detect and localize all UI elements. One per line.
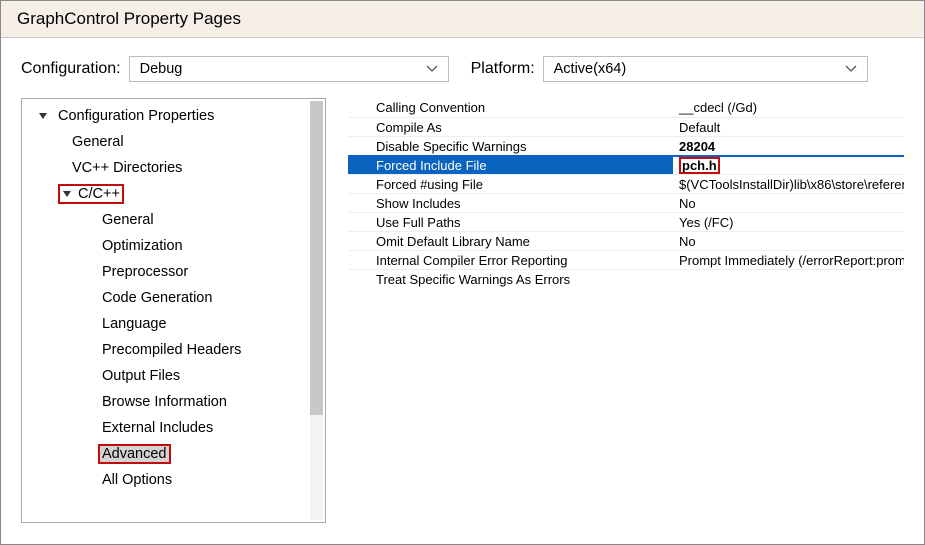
property-row[interactable]: Treat Specific Warnings As Errors <box>348 269 904 288</box>
tree-item-codegen[interactable]: Code Generation <box>28 285 309 311</box>
platform-select[interactable]: Active(x64) <box>543 56 868 82</box>
chevron-down-icon <box>845 63 857 75</box>
configuration-value: Debug <box>140 61 183 77</box>
caret-down-icon <box>38 111 48 121</box>
property-value[interactable]: __cdecl (/Gd) <box>673 100 904 115</box>
property-name: Use Full Paths <box>348 215 673 230</box>
property-value[interactable]: No <box>673 196 904 211</box>
property-row[interactable]: Omit Default Library NameNo <box>348 231 904 250</box>
tree-item-label: Output Files <box>98 366 184 386</box>
configuration-select[interactable]: Debug <box>129 56 449 82</box>
property-name: Omit Default Library Name <box>348 234 673 249</box>
scrollbar[interactable] <box>310 101 323 520</box>
tree-item-ccpp-general[interactable]: General <box>28 207 309 233</box>
tree-item-external[interactable]: External Includes <box>28 415 309 441</box>
tree-item-label: Configuration Properties <box>54 106 218 126</box>
main-area: Configuration Properties General VC++ Di… <box>1 98 924 543</box>
tree-item-label: External Includes <box>98 418 217 438</box>
property-name: Show Includes <box>348 196 673 211</box>
tree-item-label: Optimization <box>98 236 187 256</box>
property-name: Calling Convention <box>348 100 673 115</box>
tree-item-language[interactable]: Language <box>28 311 309 337</box>
tree-item-general[interactable]: General <box>28 129 309 155</box>
caret-down-icon <box>62 189 72 199</box>
property-row[interactable]: Internal Compiler Error ReportingPrompt … <box>348 250 904 269</box>
chevron-down-icon <box>426 63 438 75</box>
property-value[interactable]: Prompt Immediately (/errorReport:prompt) <box>673 253 904 268</box>
tree-item-label: Language <box>98 314 171 334</box>
property-name: Internal Compiler Error Reporting <box>348 253 673 268</box>
property-row[interactable]: Forced Include File pch.h <box>348 155 904 174</box>
tree-item-label: C/C++ <box>78 186 120 202</box>
platform-label: Platform: <box>471 60 535 78</box>
titlebar: GraphControl Property Pages <box>1 1 924 38</box>
tree-panel: Configuration Properties General VC++ Di… <box>21 98 326 523</box>
tree: Configuration Properties General VC++ Di… <box>22 99 309 497</box>
tree-item-ccpp[interactable]: C/C++ <box>28 181 309 207</box>
property-name: Forced #using File <box>348 177 673 192</box>
property-value[interactable]: Yes (/FC) <box>673 215 904 230</box>
property-name: Forced Include File <box>348 158 673 173</box>
tree-item-config-props[interactable]: Configuration Properties <box>28 103 309 129</box>
tree-item-label: General <box>98 210 158 230</box>
property-value[interactable]: pch.h <box>673 157 904 174</box>
platform-value: Active(x64) <box>554 61 627 77</box>
scrollbar-thumb[interactable] <box>310 101 323 415</box>
property-row[interactable]: Compile AsDefault <box>348 117 904 136</box>
property-value[interactable]: $(VCToolsInstallDir)lib\x86\store\refere… <box>673 177 904 192</box>
tree-item-label: Advanced <box>98 444 171 464</box>
property-name: Treat Specific Warnings As Errors <box>348 272 673 287</box>
property-value[interactable]: Default <box>673 120 904 135</box>
property-name: Disable Specific Warnings <box>348 139 673 154</box>
tree-item-all[interactable]: All Options <box>28 467 309 493</box>
tree-item-label: General <box>68 132 128 152</box>
property-row[interactable]: Disable Specific Warnings28204 <box>348 136 904 155</box>
property-value[interactable]: 28204 <box>673 139 904 154</box>
tree-item-advanced[interactable]: Advanced <box>28 441 309 467</box>
configuration-label: Configuration: <box>21 60 121 78</box>
tree-item-preprocessor[interactable]: Preprocessor <box>28 259 309 285</box>
property-row[interactable]: Show IncludesNo <box>348 193 904 212</box>
tree-item-label: VC++ Directories <box>68 158 186 178</box>
tree-item-label: Preprocessor <box>98 262 192 282</box>
property-name: Compile As <box>348 120 673 135</box>
property-row[interactable]: Use Full PathsYes (/FC) <box>348 212 904 231</box>
highlighted-value: pch.h <box>679 157 720 174</box>
window-title: GraphControl Property Pages <box>17 9 241 28</box>
tree-item-label: All Options <box>98 470 176 490</box>
tree-item-pch[interactable]: Precompiled Headers <box>28 337 309 363</box>
tree-item-vcdirs[interactable]: VC++ Directories <box>28 155 309 181</box>
tree-item-label: Browse Information <box>98 392 231 412</box>
property-row[interactable]: Forced #using File$(VCToolsInstallDir)li… <box>348 174 904 193</box>
property-row[interactable]: Calling Convention__cdecl (/Gd) <box>348 98 904 117</box>
property-grid: Calling Convention__cdecl (/Gd)Compile A… <box>348 98 904 523</box>
config-row: Configuration: Debug Platform: Active(x6… <box>1 38 924 98</box>
tree-item-label: Precompiled Headers <box>98 340 245 360</box>
tree-item-optimization[interactable]: Optimization <box>28 233 309 259</box>
tree-item-output[interactable]: Output Files <box>28 363 309 389</box>
tree-item-label: Code Generation <box>98 288 216 308</box>
tree-item-browse[interactable]: Browse Information <box>28 389 309 415</box>
property-value[interactable]: No <box>673 234 904 249</box>
